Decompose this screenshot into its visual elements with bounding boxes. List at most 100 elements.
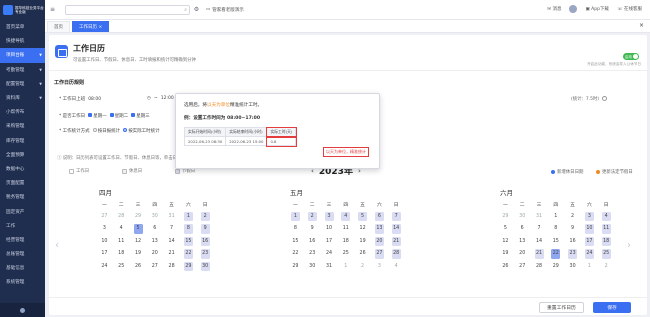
prev-months-arrow[interactable]: ‹ xyxy=(55,240,59,251)
calendar-day[interactable]: 2 xyxy=(197,210,214,223)
calendar-day[interactable]: 5 xyxy=(497,223,514,236)
next-months-arrow[interactable]: › xyxy=(627,240,631,251)
calendar-day[interactable]: 13 xyxy=(371,223,388,236)
calendar-day[interactable]: 7 xyxy=(531,223,548,236)
calendar-day[interactable]: 11 xyxy=(113,235,130,248)
calendar-day[interactable]: 31 xyxy=(163,210,180,223)
calendar-day[interactable]: 16 xyxy=(304,235,321,248)
calendar-day[interactable]: 27 xyxy=(371,248,388,261)
calendar-day[interactable]: 5 xyxy=(354,210,371,223)
calendar-day[interactable]: 14 xyxy=(163,235,180,248)
calendar-day[interactable]: 1 xyxy=(287,210,304,223)
calendar-day[interactable]: 20 xyxy=(514,248,531,261)
calendar-day[interactable]: 14 xyxy=(531,235,548,248)
calendar-day[interactable]: 4 xyxy=(598,210,615,223)
sidebar-item[interactable]: 考勤管理 ▼ xyxy=(0,63,45,77)
calendar-day[interactable]: 28 xyxy=(388,248,405,261)
calendar-day[interactable]: 16 xyxy=(564,235,581,248)
calendar-day[interactable]: 3 xyxy=(371,260,388,273)
tab-home[interactable]: 首页 xyxy=(47,21,70,32)
calendar-day[interactable]: 14 xyxy=(388,223,405,236)
radio-daily-report[interactable]: 按日报统计 xyxy=(92,128,120,134)
calendar-day[interactable]: 30 xyxy=(197,260,214,273)
sidebar-settings-button[interactable] xyxy=(0,303,45,317)
radio-actual-hours[interactable]: 按实际工时统计 xyxy=(123,128,160,134)
calendar-day[interactable]: 2 xyxy=(598,260,615,273)
calendar-day[interactable]: 9 xyxy=(304,223,321,236)
calendar-day[interactable]: 4 xyxy=(113,223,130,236)
calendar-day[interactable]: 2 xyxy=(304,210,321,223)
calendar-day[interactable]: 24 xyxy=(321,248,338,261)
calendar-day[interactable]: 28 xyxy=(113,210,130,223)
calendar-day[interactable]: 10 xyxy=(321,223,338,236)
settings-icon[interactable]: ⚙ xyxy=(192,5,201,14)
calendar-day[interactable]: 28 xyxy=(531,260,548,273)
sidebar-item[interactable]: 快捷导航 xyxy=(0,34,45,48)
demo-link[interactable]: ▭ 管家看老版演示 xyxy=(206,7,244,13)
calendar-day[interactable]: 17 xyxy=(321,235,338,248)
calendar-day[interactable]: 7 xyxy=(388,210,405,223)
calendar-day[interactable]: 27 xyxy=(146,260,163,273)
calendar-day[interactable]: 23 xyxy=(564,248,581,261)
sidebar-item[interactable]: 采购管理 xyxy=(0,119,45,133)
sidebar-item[interactable]: 全面预算 xyxy=(0,148,45,162)
calendar-day[interactable]: 10 xyxy=(581,223,598,236)
calendar-day[interactable]: 30 xyxy=(514,210,531,223)
checkbox-wed[interactable]: 星期三 xyxy=(131,113,150,119)
calendar-day[interactable]: 21 xyxy=(163,248,180,261)
calendar-day[interactable]: 23 xyxy=(304,248,321,261)
calendar-day[interactable]: 6 xyxy=(371,210,388,223)
calendar-day[interactable]: 30 xyxy=(304,260,321,273)
checkbox-tue[interactable]: 星期二 xyxy=(109,113,128,119)
calendar-day[interactable]: 29 xyxy=(180,260,197,273)
calendar-day[interactable]: 20 xyxy=(146,248,163,261)
save-button[interactable]: 保存 xyxy=(593,302,631,313)
calendar-day[interactable]: 10 xyxy=(96,235,113,248)
calendar-day[interactable]: 3 xyxy=(321,210,338,223)
reset-calendar-button[interactable]: 重置工作日历 xyxy=(539,302,584,313)
calendar-day[interactable]: 12 xyxy=(130,235,147,248)
sidebar-item[interactable]: 小帮传布 xyxy=(0,105,45,119)
calendar-day[interactable]: 3 xyxy=(96,223,113,236)
calendar-day[interactable]: 5 xyxy=(130,223,147,236)
menu-toggle-icon[interactable]: ≡ xyxy=(48,5,57,14)
start-time-input[interactable]: 08:00 xyxy=(88,97,101,102)
avatar[interactable] xyxy=(569,5,578,13)
calendar-day[interactable]: 21 xyxy=(388,235,405,248)
calendar-day[interactable]: 25 xyxy=(598,248,615,261)
calendar-day[interactable]: 26 xyxy=(130,260,147,273)
calendar-day[interactable]: 8 xyxy=(547,223,564,236)
calendar-day[interactable]: 29 xyxy=(547,260,564,273)
sidebar-item[interactable]: 总账管理 xyxy=(0,247,45,261)
calendar-day[interactable]: 22 xyxy=(287,248,304,261)
calendar-day[interactable]: 2 xyxy=(564,210,581,223)
calendar-day[interactable]: 13 xyxy=(146,235,163,248)
update-holiday-button[interactable]: 更新法定节假日 xyxy=(596,169,633,175)
calendar-day[interactable]: 15 xyxy=(180,235,197,248)
calendar-day[interactable]: 18 xyxy=(113,248,130,261)
calendar-day[interactable]: 12 xyxy=(497,235,514,248)
calendar-day[interactable]: 1 xyxy=(180,210,197,223)
calendar-day[interactable]: 3 xyxy=(581,210,598,223)
calendar-day[interactable]: 17 xyxy=(581,235,598,248)
calendar-day[interactable]: 8 xyxy=(287,223,304,236)
calendar-day[interactable]: 11 xyxy=(598,223,615,236)
calendar-day[interactable]: 1 xyxy=(337,260,354,273)
end-time-input[interactable]: 12:00 xyxy=(161,96,174,101)
sidebar-item[interactable]: 资料库 ▼ xyxy=(0,91,45,105)
calendar-day[interactable]: 24 xyxy=(96,260,113,273)
sidebar-item[interactable]: 系统管理 xyxy=(0,275,45,289)
calendar-day[interactable]: 12 xyxy=(354,223,371,236)
message-button[interactable]: ✉ 消息 xyxy=(547,6,561,12)
calendar-day[interactable]: 9 xyxy=(197,223,214,236)
calendar-day[interactable]: 22 xyxy=(547,248,564,261)
checkbox-mon[interactable]: 星期一 xyxy=(88,113,107,119)
sidebar-item[interactable]: 税务管理 xyxy=(0,190,45,204)
calendar-day[interactable]: 4 xyxy=(388,260,405,273)
calendar-day[interactable]: 1 xyxy=(581,260,598,273)
calendar-day[interactable]: 29 xyxy=(497,210,514,223)
calendar-day[interactable]: 11 xyxy=(337,223,354,236)
calendar-day[interactable]: 9 xyxy=(564,223,581,236)
calendar-day[interactable]: 19 xyxy=(354,235,371,248)
sidebar-item[interactable]: 基础信息 xyxy=(0,261,45,275)
